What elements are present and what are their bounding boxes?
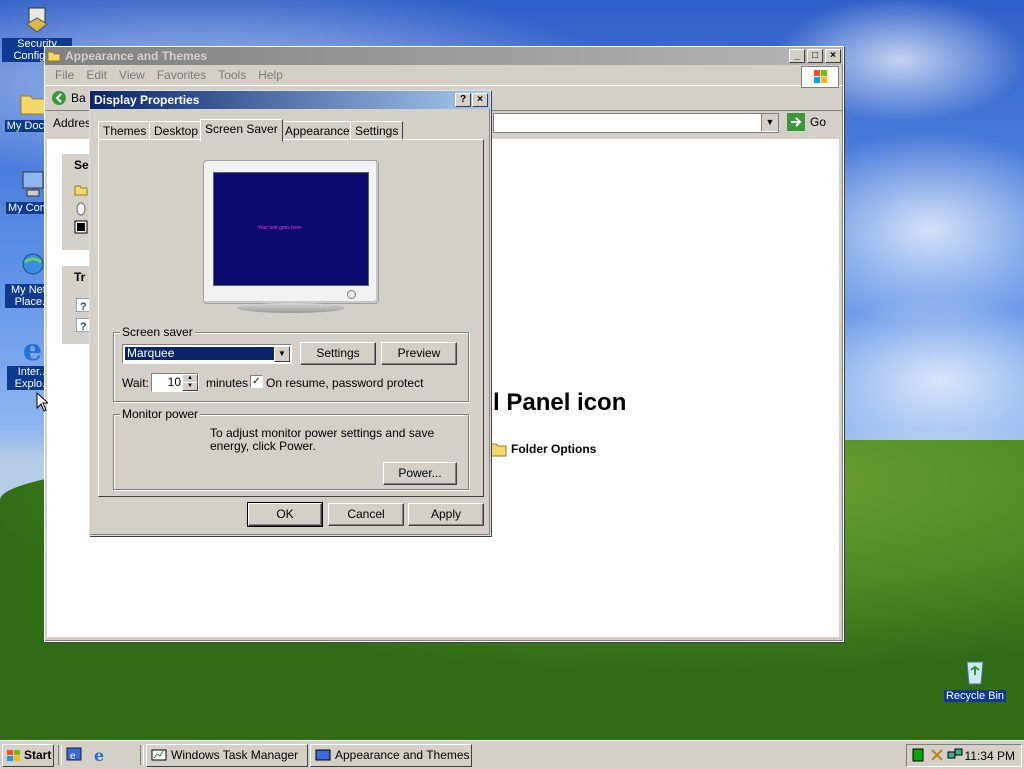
apply-button[interactable]: Apply [408, 503, 484, 526]
preview-button[interactable]: Preview [381, 342, 457, 365]
svg-text:?: ? [80, 301, 87, 312]
help-icon: ? [75, 317, 91, 335]
page-heading: l Panel icon [493, 389, 627, 416]
menu-view[interactable]: View [113, 68, 151, 82]
display-icon [315, 749, 331, 760]
taskbar-divider [140, 745, 144, 765]
desktop-icon-recycle-bin[interactable]: Recycle Bin [940, 656, 1010, 702]
menu-tools[interactable]: Tools [212, 68, 252, 82]
maximize-button[interactable]: □ [807, 49, 823, 63]
explorer-title: Appearance and Themes [65, 49, 208, 63]
svg-text:e: e [70, 751, 76, 762]
mouse-icon [74, 202, 88, 219]
monitor-power-description: To adjust monitor power settings and sav… [210, 426, 435, 453]
ok-button[interactable]: OK [247, 502, 323, 527]
task-manager-icon [151, 749, 167, 760]
svg-text:?: ? [80, 321, 87, 332]
start-button[interactable]: Start [2, 744, 54, 767]
tab-appearance[interactable]: Appearance [280, 121, 355, 141]
password-protect-label: On resume, password protect [266, 376, 424, 390]
folder-options-link[interactable]: Folder Options [489, 441, 596, 457]
menu-favorites[interactable]: Favorites [151, 68, 212, 82]
menu-edit[interactable]: Edit [80, 68, 113, 82]
group-title: Monitor power [120, 407, 201, 421]
tab-screen-saver[interactable]: Screen Saver [200, 119, 283, 142]
minimize-button[interactable]: _ [789, 49, 805, 63]
group-title: Screen saver [120, 325, 195, 339]
screen-saver-panel: Your text goes here Screen saver Marquee… [98, 139, 484, 497]
explorer-menubar: File Edit View Favorites Tools Help [45, 65, 843, 88]
power-led-icon [347, 290, 356, 299]
quicklaunch-internet-explorer-icon[interactable]: e [92, 746, 110, 766]
help-button[interactable]: ? [455, 93, 471, 107]
svg-text:e: e [94, 747, 104, 763]
tab-themes[interactable]: Themes [98, 121, 152, 141]
windows-logo-icon [801, 66, 839, 88]
security-config-icon [21, 4, 53, 36]
security-icon[interactable] [929, 747, 945, 763]
chevron-down-icon[interactable]: ▼ [274, 346, 290, 362]
taskbar-appearance-themes[interactable]: Appearance and Themes [310, 744, 472, 767]
back-button[interactable]: Ba [51, 90, 86, 106]
stepper-down-icon[interactable]: ▼ [182, 382, 198, 391]
taskbar-divider [58, 745, 62, 765]
taskbar: Start e e Windows Task Manager Appearanc… [0, 740, 1024, 769]
wait-value: 10 [167, 375, 181, 389]
back-arrow-icon [52, 91, 66, 105]
address-label: Addres [53, 116, 92, 130]
monitor-stand-icon [237, 303, 345, 313]
close-button[interactable]: × [825, 49, 841, 63]
screen-saver-select[interactable]: Marquee ▼ [122, 344, 292, 364]
tab-strip: Themes Desktop Screen Saver Appearance S… [98, 119, 486, 142]
menu-help[interactable]: Help [252, 68, 289, 82]
cancel-button[interactable]: Cancel [328, 503, 404, 526]
cpu-meter-icon[interactable] [911, 747, 927, 763]
screen-saver-group: Screen saver Marquee ▼ Settings Preview … [113, 325, 469, 402]
go-arrow-icon [787, 113, 805, 131]
go-button[interactable]: Go [787, 113, 826, 131]
dialog-titlebar[interactable]: Display Properties ? × [90, 91, 490, 109]
password-protect-checkbox[interactable]: ✓ [250, 375, 263, 388]
screensaver-icon [74, 220, 88, 237]
taskbar-task-manager[interactable]: Windows Task Manager [146, 744, 308, 767]
folder-icon [47, 50, 61, 62]
network-icon[interactable] [947, 747, 963, 763]
dialog-title: Display Properties [94, 93, 200, 107]
preview-screen: Your text goes here [213, 172, 369, 286]
power-button[interactable]: Power... [383, 462, 457, 485]
preview-marquee-text: Your text goes here [258, 225, 302, 231]
close-button[interactable]: × [472, 93, 488, 107]
svg-text:e: e [23, 333, 42, 364]
settings-button[interactable]: Settings [300, 342, 376, 365]
system-tray: 11:34 PM [906, 744, 1022, 767]
menu-file[interactable]: File [49, 68, 80, 82]
explorer-titlebar[interactable]: Appearance and Themes _ □ × [45, 47, 843, 65]
chevron-down-icon[interactable]: ▼ [761, 114, 778, 131]
recycle-bin-icon [959, 656, 991, 688]
screen-saver-selected-value: Marquee [124, 346, 276, 361]
display-properties-dialog: Display Properties ? × Themes Desktop Sc… [89, 90, 491, 536]
help-icon: ? [75, 297, 91, 315]
monitor-power-group: Monitor power To adjust monitor power se… [113, 407, 469, 490]
monitor-preview: Your text goes here [203, 160, 379, 313]
folder-icon [74, 184, 88, 199]
tab-desktop[interactable]: Desktop [149, 121, 204, 141]
windows-logo-icon [7, 749, 20, 761]
desktop-icon-label: Recycle Bin [943, 690, 1007, 702]
clock[interactable]: 11:34 PM [965, 749, 1015, 763]
quicklaunch-desktop-icon[interactable]: e [66, 747, 84, 766]
mouse-cursor-icon [36, 391, 50, 415]
wait-label: Wait: [122, 376, 149, 390]
folder-icon [489, 443, 507, 457]
wait-stepper[interactable]: 10 ▲ ▼ [151, 373, 199, 392]
tab-settings[interactable]: Settings [350, 121, 404, 141]
minutes-label: minutes [206, 376, 249, 390]
address-input[interactable]: ▼ [493, 113, 779, 133]
